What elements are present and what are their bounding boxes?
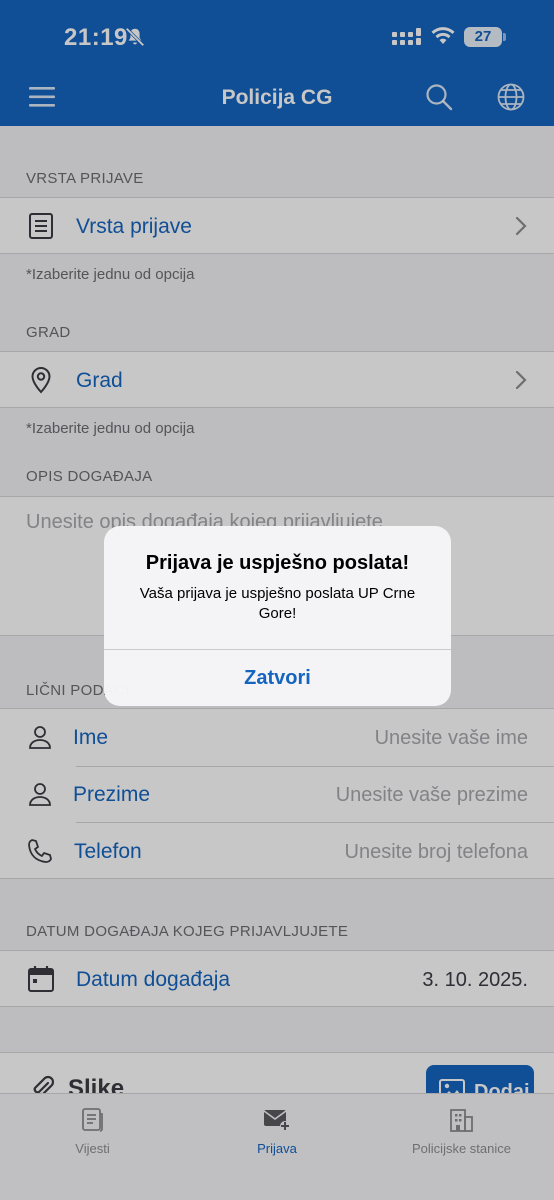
- screen: 21:19 27 Policija CG VRSTA PRIJAVE Vrsta…: [0, 0, 554, 1200]
- close-alert-button[interactable]: Zatvori: [104, 650, 451, 706]
- alert-title: Prijava je uspješno poslata!: [145, 552, 410, 574]
- success-alert-dialog: Prijava je uspješno poslata! Vaša prijav…: [104, 526, 451, 706]
- alert-message: Vaša prijava je uspješno poslata UP Crne…: [139, 585, 416, 622]
